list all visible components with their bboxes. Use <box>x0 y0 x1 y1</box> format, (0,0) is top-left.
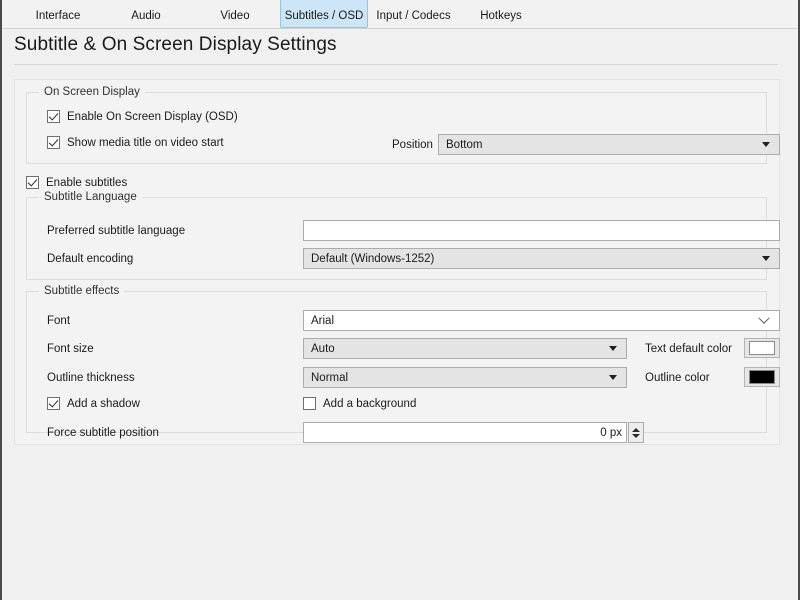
cone-orange-icon <box>398 0 430 9</box>
checkbox-enable-osd-label: Enable On Screen Display (OSD) <box>67 110 238 123</box>
cone-orange-icon <box>130 0 162 9</box>
checkbox-enable-subtitles[interactable]: Enable subtitles <box>26 176 134 189</box>
checkbox-show-media-title-box[interactable] <box>47 136 60 149</box>
label-text-default-color: Text default color <box>645 343 732 355</box>
label-outline-color: Outline color <box>645 372 710 384</box>
cone-green-icon <box>42 0 74 9</box>
label-force-subtitle-position: Force subtitle position <box>47 427 159 439</box>
outline-color-swatch <box>749 370 775 384</box>
tab-video-label: Video <box>220 10 250 22</box>
checkbox-enable-subtitles-label: Enable subtitles <box>46 176 128 189</box>
button-text-default-color[interactable] <box>744 338 780 358</box>
label-outline-thickness: Outline thickness <box>47 372 135 384</box>
button-outline-color[interactable] <box>744 367 780 387</box>
tab-audio-label: Audio <box>131 10 161 22</box>
page-title: Subtitle & On Screen Display Settings <box>14 34 337 55</box>
combo-font-size-value: Auto <box>311 342 335 355</box>
tab-input-codecs-label: Input / Codecs <box>376 10 451 22</box>
tab-hotkeys[interactable]: Hotkeys <box>469 0 533 28</box>
chevron-down-icon <box>609 346 617 351</box>
chevron-down-icon <box>609 375 617 380</box>
combo-font-size[interactable]: Auto <box>303 338 627 359</box>
text-default-color-swatch <box>749 341 775 355</box>
group-subtitle-language: Subtitle Language Preferred subtitle lan… <box>26 191 780 280</box>
group-on-screen-display: On Screen Display Enable On Screen Displ… <box>26 86 780 164</box>
group-subtitle-effects: Subtitle effects Font Arial Font size Au… <box>26 285 780 443</box>
combo-font-value: Arial <box>311 314 335 327</box>
checkbox-add-background[interactable]: Add a background <box>303 397 416 410</box>
tab-video[interactable]: Video <box>206 0 264 28</box>
label-font-size: Font size <box>47 343 94 355</box>
tab-input-codecs[interactable]: Input / Codecs <box>371 0 456 28</box>
checkbox-enable-osd-box[interactable] <box>47 110 60 123</box>
combo-default-encoding-value: Default (Windows-1252) <box>311 252 435 265</box>
checkbox-add-shadow[interactable]: Add a shadow <box>47 397 140 410</box>
combo-outline-thickness[interactable]: Normal <box>303 367 627 388</box>
spinner-down-icon[interactable] <box>632 433 640 438</box>
keyboard-icon <box>485 0 517 9</box>
checkbox-enable-subtitles-box[interactable] <box>26 176 39 189</box>
settings-content: On Screen Display Enable On Screen Displ… <box>3 70 797 600</box>
tab-subtitles-osd[interactable]: Subtitles / OSD <box>280 0 368 28</box>
group-on-screen-display-title: On Screen Display <box>39 86 145 98</box>
preferences-tabstrip: Interface Audio Video Subtitles / OSD In… <box>3 0 797 29</box>
combo-outline-thickness-value: Normal <box>311 371 349 384</box>
tab-audio[interactable]: Audio <box>115 0 177 28</box>
input-preferred-subtitle-language[interactable] <box>303 220 780 241</box>
label-preferred-subtitle-language: Preferred subtitle language <box>47 225 186 237</box>
input-force-subtitle-position[interactable]: 0 px <box>303 422 627 443</box>
spinner-up-icon[interactable] <box>632 427 640 432</box>
group-subtitle-effects-title: Subtitle effects <box>39 285 125 297</box>
checkbox-add-background-box[interactable] <box>303 397 316 410</box>
settings-panel: On Screen Display Enable On Screen Displ… <box>14 79 780 445</box>
tab-hotkeys-label: Hotkeys <box>480 10 522 22</box>
window-edge-left <box>0 0 2 600</box>
label-default-encoding: Default encoding <box>47 253 134 265</box>
chevron-down-icon <box>762 256 770 261</box>
checkbox-add-shadow-box[interactable] <box>47 397 60 410</box>
checkbox-show-media-title-label: Show media title on video start <box>67 136 224 149</box>
tab-interface-label: Interface <box>35 10 81 22</box>
tab-subtitles-osd-label: Subtitles / OSD <box>284 10 364 22</box>
subtitles-icon <box>308 0 340 9</box>
checkbox-show-media-title[interactable]: Show media title on video start <box>47 136 224 149</box>
cone-orange-icon <box>219 0 251 9</box>
combo-font[interactable]: Arial <box>303 310 780 331</box>
combo-osd-position-value: Bottom <box>446 138 483 151</box>
checkbox-enable-osd[interactable]: Enable On Screen Display (OSD) <box>47 110 238 123</box>
chevron-down-icon <box>762 142 770 147</box>
checkbox-add-background-label: Add a background <box>323 397 417 410</box>
title-divider <box>14 64 778 65</box>
input-force-subtitle-position-value: 0 px <box>600 426 622 439</box>
group-subtitle-language-title: Subtitle Language <box>39 191 142 203</box>
tab-interface[interactable]: Interface <box>19 0 97 28</box>
chevron-down-icon <box>758 312 770 324</box>
combo-default-encoding[interactable]: Default (Windows-1252) <box>303 248 780 269</box>
label-position: Position <box>392 139 433 151</box>
spinner-force-subtitle-position[interactable] <box>628 422 644 443</box>
label-font: Font <box>47 315 71 327</box>
checkbox-add-shadow-label: Add a shadow <box>67 397 140 410</box>
combo-osd-position[interactable]: Bottom <box>438 134 780 155</box>
